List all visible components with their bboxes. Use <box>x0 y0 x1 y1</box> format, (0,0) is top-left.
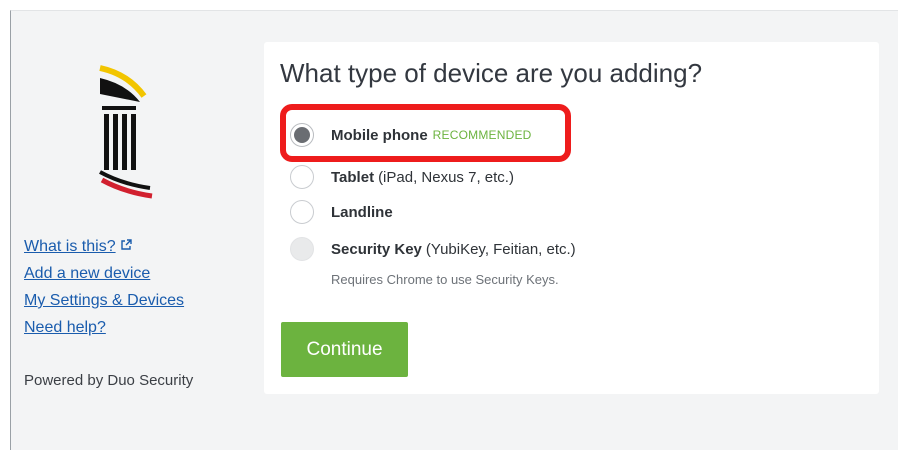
mobile-phone-radio[interactable] <box>290 123 314 147</box>
landline-label: Landline <box>331 203 393 221</box>
tablet-radio[interactable] <box>290 165 314 189</box>
device-type-panel: What type of device are you adding? Mobi… <box>264 42 879 394</box>
add-new-device-link[interactable]: Add a new device <box>24 265 244 283</box>
need-help-link[interactable]: Need help? <box>24 319 244 337</box>
recommended-badge: RECOMMENDED <box>432 128 532 142</box>
sidebar-links: What is this? Add a new device My Settin… <box>24 238 244 346</box>
option-tablet[interactable]: Tablet (iPad, Nexus 7, etc.) <box>290 164 514 190</box>
university-logo-icon <box>99 65 153 199</box>
external-link-icon <box>120 239 132 250</box>
option-security-key: Security Key (YubiKey, Feitian, etc.) <box>290 236 576 262</box>
page-title: What type of device are you adding? <box>280 58 703 88</box>
my-settings-devices-link[interactable]: My Settings & Devices <box>24 292 244 310</box>
option-landline[interactable]: Landline <box>290 199 393 225</box>
option-mobile-phone[interactable]: Mobile phone RECOMMENDED <box>290 122 532 148</box>
security-key-label: Security Key <box>331 240 422 258</box>
security-key-note: Requires Chrome to use Security Keys. <box>331 272 559 287</box>
security-key-detail: (YubiKey, Feitian, etc.) <box>425 240 576 258</box>
powered-by-text: Powered by Duo Security <box>24 372 194 389</box>
landline-radio[interactable] <box>290 200 314 224</box>
mobile-phone-label: Mobile phone <box>331 126 428 144</box>
what-is-this-label: What is this? <box>24 238 116 255</box>
tablet-detail: (iPad, Nexus 7, etc.) <box>378 168 514 186</box>
tablet-label: Tablet <box>331 168 375 186</box>
security-key-radio <box>290 237 314 261</box>
what-is-this-link[interactable]: What is this? <box>24 238 244 256</box>
continue-button[interactable]: Continue <box>281 322 408 377</box>
